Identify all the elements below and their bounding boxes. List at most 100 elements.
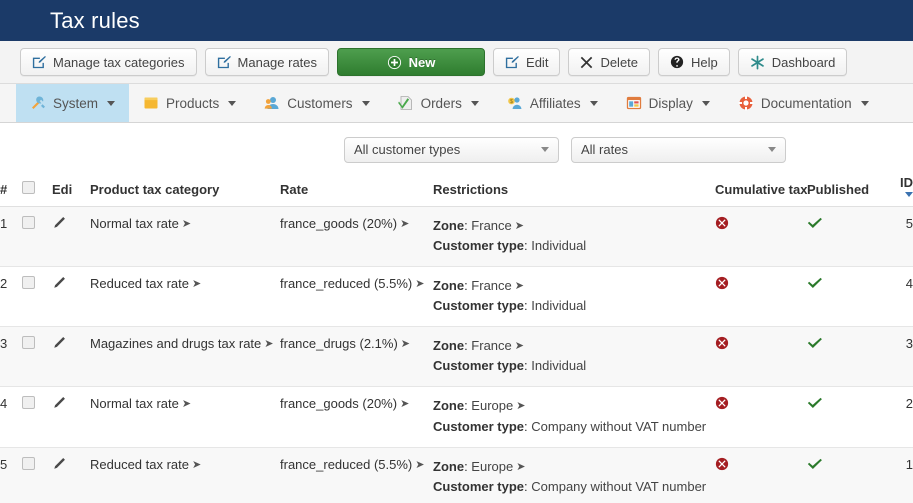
pencil-icon[interactable] [52, 216, 90, 230]
chevron-right-icon[interactable]: ➤ [516, 401, 525, 412]
row-select-cell[interactable] [22, 266, 52, 328]
row-checkbox[interactable] [22, 275, 35, 289]
lifebuoy-icon [738, 95, 754, 111]
chevron-right-icon[interactable]: ➤ [192, 459, 201, 471]
nav-item-system[interactable]: System [16, 84, 130, 122]
row-edit-cell[interactable] [52, 266, 90, 328]
status-no-icon[interactable] [715, 336, 807, 350]
status-no-icon[interactable] [715, 457, 807, 471]
row-checkbox[interactable] [22, 396, 35, 410]
select-all-checkbox[interactable] [22, 180, 35, 194]
cumulative-tax-cell[interactable] [715, 386, 807, 448]
nav-item-products[interactable]: Products [129, 84, 250, 122]
status-yes-icon[interactable] [807, 396, 875, 410]
chevron-right-icon[interactable]: ➤ [515, 341, 524, 352]
row-select-cell[interactable] [22, 386, 52, 448]
user-icon [264, 95, 280, 111]
row-checkbox[interactable] [22, 456, 35, 470]
rate-filter[interactable]: All rates [571, 136, 786, 163]
chevron-right-icon[interactable]: ➤ [182, 218, 191, 230]
published-cell[interactable] [807, 386, 875, 448]
status-yes-icon[interactable] [807, 457, 875, 471]
nav-item-affiliates[interactable]: $ Affiliates [493, 84, 612, 122]
restriction-customer-type: Customer type: Individual [433, 298, 587, 314]
question-circle-icon [670, 55, 684, 69]
chevron-right-icon[interactable]: ➤ [516, 461, 525, 473]
row-number: 4 [0, 386, 22, 448]
row-select-cell[interactable] [22, 206, 52, 267]
status-no-icon[interactable] [715, 216, 807, 230]
chevron-right-icon[interactable]: ➤ [182, 399, 191, 410]
manage-rates-button[interactable]: Manage rates [204, 48, 330, 76]
cumulative-tax-cell[interactable] [715, 206, 807, 267]
edit-button[interactable]: Edit [493, 48, 561, 76]
status-no-icon[interactable] [715, 276, 807, 290]
published-cell[interactable] [807, 326, 875, 388]
pencil-icon[interactable] [52, 457, 90, 471]
row-id: 5 [875, 206, 913, 267]
column-header-rate[interactable]: Rate [280, 170, 433, 207]
row-edit-cell[interactable] [52, 206, 90, 267]
row-checkbox[interactable] [22, 336, 35, 350]
delete-button[interactable]: Delete [568, 48, 651, 76]
restriction-customer-type-value: Individual [531, 237, 587, 253]
chevron-right-icon[interactable]: ➤ [415, 278, 424, 290]
customer-type-filter[interactable]: All customer types [344, 136, 559, 163]
nav-item-documentation[interactable]: Documentation [724, 84, 883, 122]
pencil-icon[interactable] [52, 336, 90, 350]
row-checkbox[interactable] [22, 215, 35, 229]
box-icon [143, 95, 159, 111]
status-yes-icon[interactable] [807, 336, 875, 350]
chevron-right-icon[interactable]: ➤ [401, 339, 410, 350]
row-select-cell[interactable] [22, 326, 52, 388]
chevron-right-icon[interactable]: ➤ [400, 399, 409, 410]
sort-descending-icon[interactable] [905, 191, 913, 197]
status-no-icon[interactable] [715, 396, 807, 410]
toolbar: Manage tax categories Manage rates New E… [0, 41, 913, 84]
cumulative-tax-cell[interactable] [715, 326, 807, 388]
status-yes-icon[interactable] [807, 276, 875, 290]
published-cell[interactable] [807, 206, 875, 267]
page-header: Tax rules [0, 0, 913, 41]
row-edit-cell[interactable] [52, 326, 90, 388]
rate-filter-value: All rates [581, 142, 628, 157]
nav-item-display[interactable]: Display [612, 84, 724, 122]
table-row[interactable]: 2 Reduced tax rate ➤ france_reduced (5.5%) ➤… [0, 266, 913, 328]
published-cell[interactable] [807, 447, 875, 503]
column-header-id[interactable]: ID [875, 170, 913, 207]
status-yes-icon[interactable] [807, 216, 875, 230]
chevron-right-icon[interactable]: ➤ [515, 280, 524, 292]
chevron-right-icon[interactable]: ➤ [515, 220, 524, 232]
row-select-cell[interactable] [22, 447, 52, 503]
pencil-icon[interactable] [52, 396, 90, 410]
restriction-zone: Zone: Europe ➤ [433, 398, 526, 414]
cumulative-tax-cell[interactable] [715, 447, 807, 503]
table-row[interactable]: 1 Normal tax rate ➤ france_goods (20%) ➤ Zone… [0, 206, 913, 267]
chevron-right-icon[interactable]: ➤ [264, 339, 273, 350]
manage-tax-categories-button[interactable]: Manage tax categories [20, 48, 197, 76]
cumulative-tax-cell[interactable] [715, 266, 807, 328]
help-button[interactable]: Help [658, 48, 730, 76]
pencil-icon[interactable] [52, 276, 90, 290]
manage-rates-label: Manage rates [237, 54, 318, 70]
nav-item-customers[interactable]: Customers [250, 84, 383, 122]
dashboard-button[interactable]: Dashboard [737, 48, 848, 76]
chevron-right-icon[interactable]: ➤ [415, 459, 424, 471]
table-row[interactable]: 5 Reduced tax rate ➤ france_reduced (5.5%) ➤… [0, 447, 913, 503]
column-header-published[interactable]: Published [807, 170, 875, 207]
product-tax-category-value: Magazines and drugs tax rate [90, 336, 262, 352]
restriction-customer-type-value: Company without VAT number [531, 478, 707, 494]
chevron-right-icon[interactable]: ➤ [400, 218, 409, 230]
chevron-right-icon[interactable]: ➤ [192, 278, 201, 290]
plus-circle-icon [387, 55, 402, 70]
column-header-product-tax-category[interactable]: Product tax category [90, 170, 280, 207]
new-button[interactable]: New [337, 48, 486, 76]
column-header-edit[interactable]: Edi [52, 170, 90, 207]
published-cell[interactable] [807, 266, 875, 328]
row-edit-cell[interactable] [52, 447, 90, 503]
row-edit-cell[interactable] [52, 386, 90, 448]
table-row[interactable]: 3 Magazines and drugs tax rate ➤ france_dru… [0, 326, 913, 388]
table-row[interactable]: 4 Normal tax rate ➤ france_goods (20%) ➤ Zone… [0, 386, 913, 448]
nav-item-orders[interactable]: Orders [384, 84, 493, 122]
rate-cell: france_reduced (5.5%) ➤ [280, 266, 433, 328]
